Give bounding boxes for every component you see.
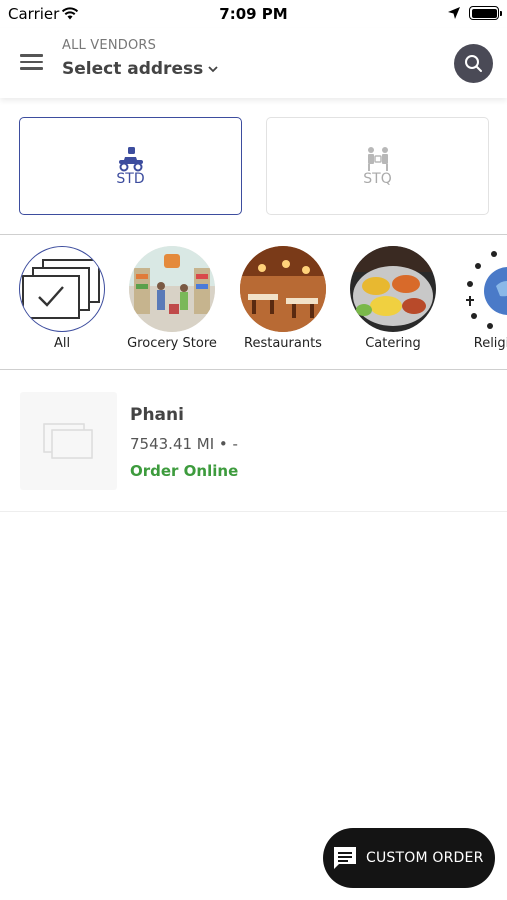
catering-food-image <box>350 246 436 332</box>
religious-symbols-image <box>460 246 507 332</box>
mode-stq-card[interactable]: STQ <box>266 117 489 215</box>
custom-order-label: CUSTOM ORDER <box>366 850 484 866</box>
chat-message-icon <box>334 847 356 869</box>
search-icon <box>465 55 482 72</box>
image-placeholder-icon <box>43 423 93 459</box>
delivery-scooter-icon <box>118 147 143 172</box>
category-label: All <box>53 336 71 351</box>
custom-order-button[interactable]: CUSTOM ORDER <box>323 828 495 888</box>
grocery-store-image <box>129 246 215 332</box>
hamburger-menu-icon[interactable] <box>20 54 43 70</box>
location-arrow-icon <box>448 7 460 19</box>
app-header: ALL VENDORS Select address <box>0 28 507 98</box>
address-selector[interactable]: Select address <box>62 59 218 79</box>
divider <box>0 234 507 235</box>
search-button[interactable] <box>454 44 493 83</box>
vendor-distance: 7543.41 MI • - <box>130 435 238 453</box>
mode-std-label: STD <box>116 171 145 187</box>
vendors-label: ALL VENDORS <box>62 38 157 53</box>
address-label: Select address <box>62 59 204 79</box>
category-label: Catering <box>365 336 421 351</box>
clock-time: 7:09 PM <box>219 5 288 23</box>
category-label: Religious <box>473 336 507 351</box>
category-catering[interactable]: Catering <box>338 246 448 351</box>
category-religious[interactable]: Religious <box>448 246 507 351</box>
category-grocery-store[interactable]: Grocery Store <box>117 246 227 351</box>
mode-stq-label: STQ <box>363 171 392 187</box>
category-label: Grocery Store <box>127 336 217 351</box>
battery-icon <box>469 6 502 20</box>
divider <box>0 369 507 370</box>
queue-people-icon <box>367 147 388 171</box>
category-all[interactable]: All <box>7 246 117 351</box>
mode-std-card[interactable]: STD <box>19 117 242 215</box>
category-label: Restaurants <box>244 336 322 351</box>
category-carousel[interactable]: All Grocery Store Restaurants Catering R… <box>0 246 507 356</box>
status-bar: Carrier 7:09 PM <box>0 0 507 28</box>
chevron-down-icon <box>208 65 218 72</box>
vendor-thumbnail <box>20 392 117 490</box>
vendor-list-item[interactable]: Phani 7543.41 MI • - Order Online <box>0 372 507 512</box>
stacked-cards-check-icon <box>19 246 105 332</box>
order-online-link[interactable]: Order Online <box>130 462 238 480</box>
category-restaurants[interactable]: Restaurants <box>228 246 338 351</box>
restaurant-image <box>240 246 326 332</box>
vendor-name: Phani <box>130 405 184 425</box>
